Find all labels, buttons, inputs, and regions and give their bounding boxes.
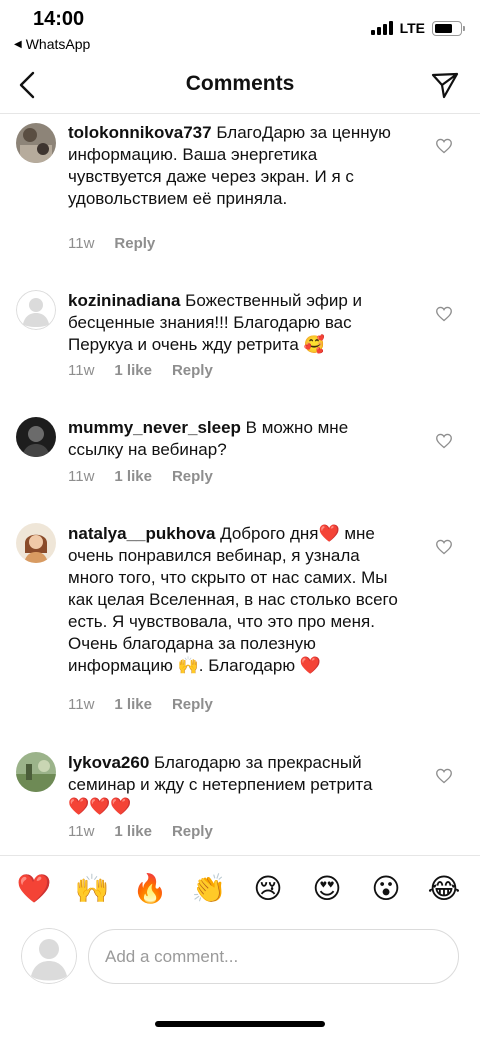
network-label: LTE [399, 20, 425, 36]
status-bar: 14:00 ◀ WhatsApp LTE [0, 0, 480, 60]
likes-count[interactable]: 1 like [114, 468, 152, 485]
reply-button[interactable]: Reply [172, 823, 213, 840]
emoji-crying[interactable]: 😢 [250, 872, 286, 906]
comment-time: 11w [68, 696, 95, 713]
comment-text: kozininadiana Божественный эфир и бесцен… [68, 290, 398, 356]
comment-time: 11w [68, 823, 95, 840]
avatar[interactable] [16, 290, 56, 330]
avatar[interactable] [16, 752, 56, 792]
emoji-heart-eyes[interactable]: 😍 [309, 872, 345, 906]
header: Comments [0, 60, 480, 114]
comment-body: Доброго дня❤️ мне очень понравился вебин… [68, 524, 398, 675]
likes-count[interactable]: 1 like [114, 696, 152, 713]
back-triangle-icon: ◀ [14, 38, 22, 50]
avatar[interactable] [16, 417, 56, 457]
reply-button[interactable]: Reply [172, 362, 213, 379]
comment-time: 11w [68, 362, 95, 379]
back-app-label: WhatsApp [25, 36, 91, 52]
avatar[interactable] [16, 523, 56, 563]
reply-button[interactable]: Reply [114, 235, 155, 252]
emoji-quick-bar: ❤️ 🙌 🔥 👏 😢 😍 😮 😂 [0, 855, 480, 925]
signal-icon [370, 21, 393, 35]
comment-meta: 11w 1 like Reply [68, 468, 213, 485]
my-avatar [21, 928, 77, 984]
comment-meta: 11w 1 like Reply [68, 696, 213, 713]
home-indicator[interactable] [155, 1021, 325, 1027]
emoji-laughing[interactable]: 😂 [426, 872, 462, 906]
comment-text: tolokonnikova737 БлагоДарю за ценную инф… [68, 122, 398, 210]
emoji-raised-hands[interactable]: 🙌 [74, 872, 110, 906]
comment-username[interactable]: tolokonnikova737 [68, 123, 212, 142]
status-indicators: LTE [370, 20, 465, 36]
page-title: Comments [185, 72, 295, 95]
comment-text: mummy_never_sleep В можно мне ссылку на … [68, 417, 398, 461]
send-icon[interactable] [430, 70, 460, 100]
emoji-fire[interactable]: 🔥 [132, 872, 168, 906]
like-heart-icon[interactable] [435, 138, 453, 154]
comment-text: natalya__pukhova Доброго дня❤️ мне очень… [68, 523, 398, 677]
like-heart-icon[interactable] [435, 433, 453, 449]
comment-time: 11w [68, 468, 95, 485]
comment-username[interactable]: natalya__pukhova [68, 524, 215, 543]
status-time: 14:00 [33, 8, 85, 30]
reply-button[interactable]: Reply [172, 468, 213, 485]
comment-username[interactable]: kozininadiana [68, 291, 180, 310]
likes-count[interactable]: 1 like [114, 362, 152, 379]
back-to-app[interactable]: ◀ WhatsApp [14, 36, 90, 52]
emoji-heart[interactable]: ❤️ [16, 872, 52, 906]
comment-meta: 11w 1 like Reply [68, 823, 213, 840]
comment-input-row [0, 925, 480, 995]
comment-meta: 11w Reply [68, 235, 155, 252]
comment-time: 11w [68, 235, 95, 252]
like-heart-icon[interactable] [435, 306, 453, 322]
avatar[interactable] [16, 123, 56, 163]
comment-meta: 11w 1 like Reply [68, 362, 213, 379]
comment-text: lykova260 Благодарю за прекрасный семина… [68, 752, 398, 818]
comment-username[interactable]: mummy_never_sleep [68, 418, 241, 437]
comment-input[interactable] [88, 929, 459, 984]
battery-icon [432, 20, 465, 36]
likes-count[interactable]: 1 like [114, 823, 152, 840]
emoji-clapping[interactable]: 👏 [191, 872, 227, 906]
reply-button[interactable]: Reply [172, 696, 213, 713]
comment-username[interactable]: lykova260 [68, 753, 149, 772]
emoji-surprised[interactable]: 😮 [368, 872, 404, 906]
like-heart-icon[interactable] [435, 539, 453, 555]
like-heart-icon[interactable] [435, 768, 453, 784]
